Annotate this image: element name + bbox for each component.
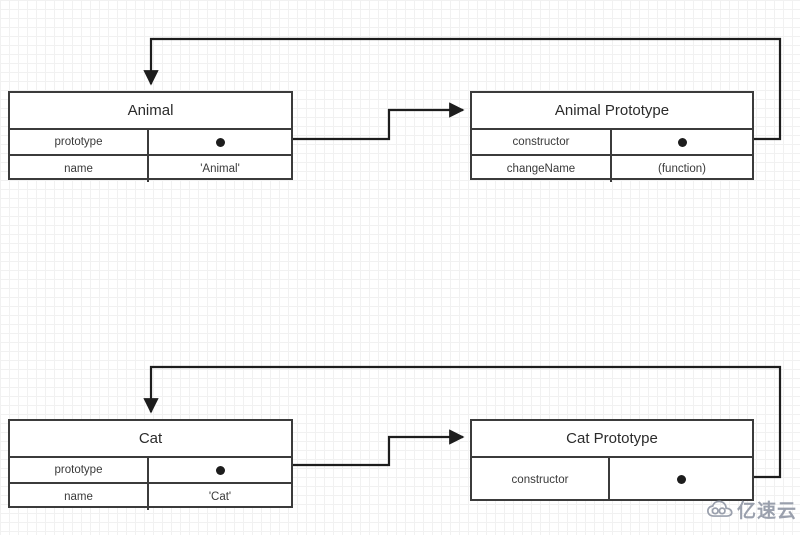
class-box-animal-title: Animal (10, 93, 291, 130)
cloud-icon (707, 499, 733, 517)
diagram-canvas: Animal prototype name 'Animal' Animal Pr… (0, 0, 800, 535)
animal-prototype-constructor-key: constructor (472, 130, 612, 154)
reference-dot-icon (215, 465, 225, 475)
animal-prototype-value (149, 130, 291, 154)
class-box-animal[interactable]: Animal prototype name 'Animal' (8, 91, 293, 182)
animal-prototype-changename-key: changeName (472, 156, 612, 182)
animal-name-key: name (10, 156, 149, 182)
reference-dot-icon (677, 137, 687, 147)
cat-name-key: name (10, 484, 149, 510)
table-row: name 'Cat' (10, 484, 291, 510)
class-box-cat-prototype[interactable]: Cat Prototype constructor (470, 419, 754, 501)
class-box-animal-prototype[interactable]: Animal Prototype constructor changeName … (470, 91, 754, 182)
table-row: changeName (function) (472, 156, 752, 182)
animal-prototype-changename-value: (function) (658, 163, 706, 175)
reference-dot-icon (676, 475, 686, 484)
class-box-cat[interactable]: Cat prototype name 'Cat' (8, 419, 293, 510)
cat-prototype-constructor-key: constructor (472, 458, 610, 501)
cat-prototype-bottom-edge (470, 499, 705, 501)
watermark: 亿速云 (707, 496, 797, 523)
class-box-cat-prototype-title: Cat Prototype (472, 421, 752, 458)
reference-dot-icon (215, 137, 225, 147)
animal-name-value: 'Animal' (200, 163, 240, 175)
animal-prototype-key: prototype (10, 130, 149, 154)
class-box-cat-title: Cat (10, 421, 291, 458)
class-box-animal-prototype-title: Animal Prototype (472, 93, 752, 130)
animal-prototype-constructor-value (612, 130, 752, 154)
cat-prototype-constructor-value (610, 458, 752, 501)
table-row: prototype (10, 130, 291, 156)
table-row: constructor (472, 130, 752, 156)
table-row: prototype (10, 458, 291, 484)
table-row: name 'Animal' (10, 156, 291, 182)
cat-prototype-key: prototype (10, 458, 149, 482)
cat-name-value: 'Cat' (208, 491, 232, 503)
watermark-text: 亿速云 (737, 500, 798, 522)
cat-prototype-value (149, 458, 291, 482)
table-row: constructor (472, 458, 752, 501)
